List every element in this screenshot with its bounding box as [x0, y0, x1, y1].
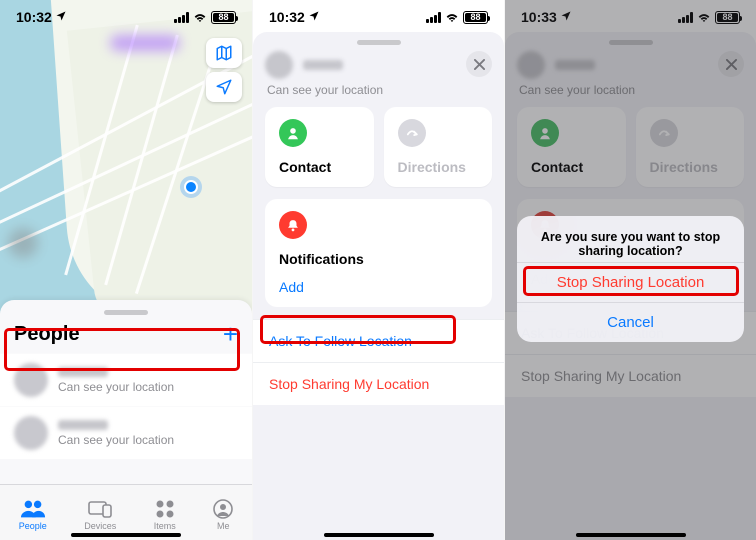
ask-follow-button[interactable]: Ask To Follow Location — [253, 319, 504, 362]
home-indicator[interactable] — [576, 533, 686, 537]
screen-person-detail: 10:32 88 Can see your location Contact — [252, 0, 504, 540]
home-indicator[interactable] — [324, 533, 434, 537]
person-name-redacted — [303, 60, 343, 70]
location-arrow-icon — [55, 9, 67, 25]
dialog-cancel-button[interactable]: Cancel — [517, 302, 744, 342]
drag-handle[interactable] — [104, 310, 148, 315]
avatar — [265, 51, 293, 79]
add-person-button[interactable]: + — [223, 321, 238, 347]
items-icon — [155, 498, 175, 520]
person-row[interactable]: Can see your location — [0, 353, 252, 406]
dialog-title: Are you sure you want to stop sharing lo… — [517, 216, 744, 262]
battery-icon: 88 — [211, 11, 236, 24]
home-indicator[interactable] — [71, 533, 181, 537]
wifi-icon — [444, 9, 460, 25]
contact-icon — [279, 119, 307, 147]
add-notification-button[interactable]: Add — [279, 279, 478, 295]
dialog-stop-button[interactable]: Stop Sharing Location — [517, 262, 744, 302]
clock: 10:32 — [16, 9, 52, 25]
close-button[interactable] — [466, 51, 492, 77]
notifications-card: Notifications Add — [265, 199, 492, 307]
person-row[interactable]: Can see your location — [0, 406, 252, 459]
bell-icon — [279, 211, 307, 239]
stop-sharing-button[interactable]: Stop Sharing My Location — [253, 362, 504, 405]
avatar — [14, 416, 48, 450]
person-name-redacted — [58, 420, 108, 430]
person-status: Can see your location — [58, 380, 174, 394]
avatar — [14, 363, 48, 397]
person-name-redacted — [58, 367, 108, 377]
tab-people[interactable]: People — [19, 494, 47, 531]
drag-handle[interactable] — [357, 40, 401, 45]
person-status: Can see your location — [58, 433, 174, 447]
current-location-dot — [184, 180, 198, 194]
sheet-title: People — [14, 323, 80, 346]
wifi-icon — [192, 9, 208, 25]
screen-people-list: 10:32 88 People + Can see your location … — [0, 0, 252, 540]
share-status: Can see your location — [253, 79, 504, 107]
tab-me[interactable]: Me — [213, 494, 233, 531]
people-bottom-sheet[interactable]: People + Can see your location Can see y… — [0, 300, 252, 484]
tab-items[interactable]: Items — [154, 494, 176, 531]
map-style-button[interactable] — [206, 38, 242, 68]
people-icon — [20, 498, 46, 520]
screen-confirm-dialog: 10:33 88 Can see your location Contact D… — [504, 0, 756, 540]
me-icon — [213, 498, 233, 520]
directions-card[interactable]: Directions — [384, 107, 493, 187]
person-detail-sheet[interactable]: Can see your location Contact Directions… — [253, 32, 504, 540]
location-arrow-icon — [308, 9, 320, 25]
devices-icon — [88, 498, 112, 520]
tab-devices[interactable]: Devices — [84, 494, 116, 531]
directions-icon — [398, 119, 426, 147]
tab-bar: People Devices Items Me — [0, 484, 252, 540]
locate-me-button[interactable] — [206, 72, 242, 102]
confirm-dialog: Are you sure you want to stop sharing lo… — [517, 216, 744, 342]
signal-icon — [174, 12, 189, 23]
contact-card[interactable]: Contact — [265, 107, 374, 187]
signal-icon — [426, 12, 441, 23]
clock: 10:32 — [269, 9, 305, 25]
battery-icon: 88 — [463, 11, 488, 24]
